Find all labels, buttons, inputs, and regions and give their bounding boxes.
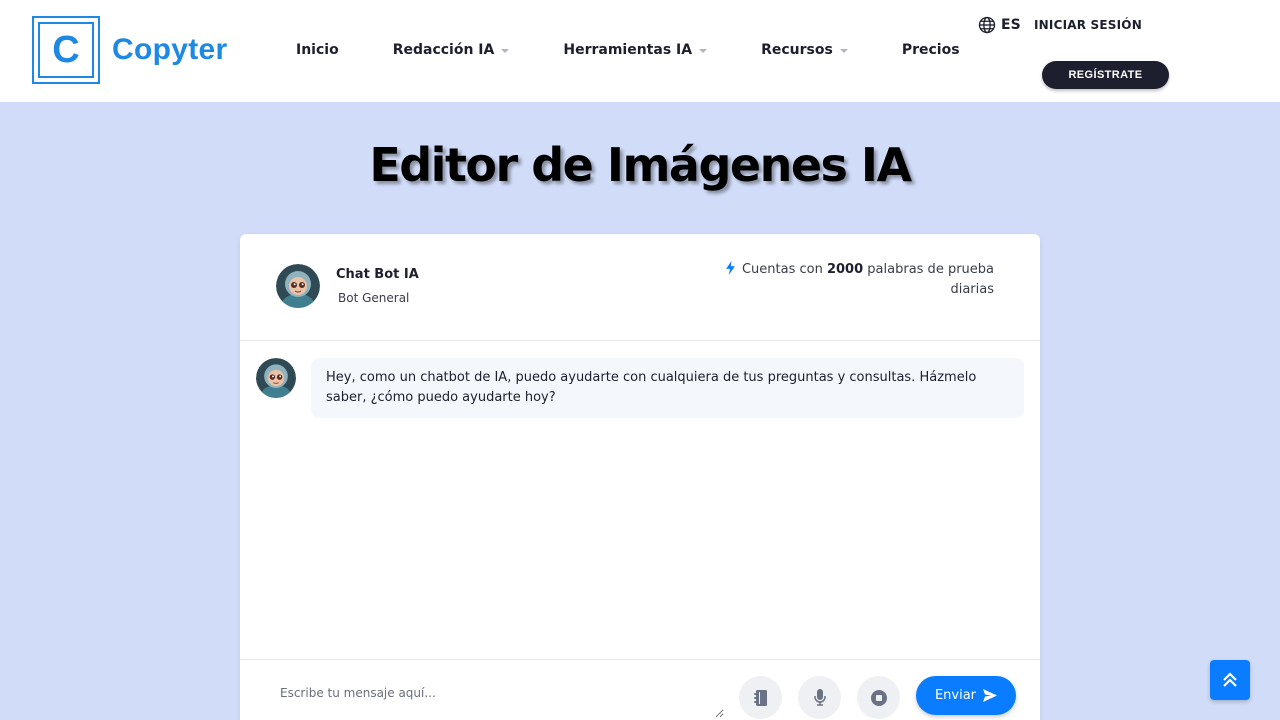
caret-down-icon	[699, 48, 708, 53]
scroll-to-top-button[interactable]	[1210, 660, 1250, 700]
nav-item-label: Recursos	[761, 42, 833, 58]
nav-item-inicio[interactable]: Inicio	[296, 42, 339, 58]
message-avatar	[256, 358, 296, 398]
stop-icon	[870, 689, 887, 706]
bolt-icon	[726, 261, 735, 275]
microphone-icon	[813, 689, 826, 706]
voice-input-button[interactable]	[798, 676, 841, 719]
language-selector[interactable]: ES	[978, 16, 1021, 34]
message-input[interactable]	[264, 670, 724, 718]
send-button[interactable]: Enviar	[916, 676, 1016, 715]
send-label: Enviar	[934, 688, 977, 703]
nav-item-recursos[interactable]: Recursos	[761, 42, 848, 58]
paper-plane-icon	[983, 689, 998, 702]
caret-down-icon	[839, 48, 848, 53]
nav-item-label: Redacción IA	[392, 42, 495, 58]
logo-letter: C	[52, 28, 80, 71]
bot-role: Bot General	[338, 291, 410, 305]
language-code: ES	[1001, 17, 1021, 33]
main-nav: Inicio Redacción IA Herramientas IA Recu…	[296, 40, 960, 60]
nav-item-label: Inicio	[296, 42, 339, 58]
nav-item-redaccion[interactable]: Redacción IA	[393, 42, 510, 58]
bot-message: Hey, como un chatbot de IA, puedo ayudar…	[311, 358, 1024, 418]
page-title: Editor de Imágenes IA	[369, 138, 912, 192]
caret-down-icon	[501, 48, 510, 53]
nav-item-herramientas[interactable]: Herramientas IA	[563, 42, 708, 58]
logo-mark: C	[32, 16, 100, 84]
bot-name: Chat Bot IA	[336, 267, 419, 282]
double-chevron-up-icon	[1223, 672, 1237, 687]
stop-button[interactable]	[857, 676, 900, 719]
nav-item-label: Precios	[901, 42, 960, 58]
logo-link[interactable]: C Copyter	[32, 16, 227, 84]
site-header: C Copyter Inicio Redacción IA Herramient…	[0, 0, 1280, 102]
login-link[interactable]: INICIAR SESIÓN	[1034, 18, 1142, 32]
chat-header: Chat Bot IA Bot General Cuentas con 2000…	[240, 234, 1040, 341]
credits-prefix: Cuentas con	[741, 262, 823, 277]
logo-text: Copyter	[112, 33, 228, 66]
nav-item-label: Herramientas IA	[563, 42, 693, 58]
prompts-button[interactable]	[739, 676, 782, 719]
credits-amount: 2000	[826, 262, 864, 277]
notebook-icon	[753, 689, 767, 706]
credits-suffix: palabras de prueba diarias	[867, 262, 994, 297]
nav-item-precios[interactable]: Precios	[902, 42, 960, 58]
chat-composer: Enviar	[240, 659, 1040, 720]
chat-panel: Chat Bot IA Bot General Cuentas con 2000…	[240, 234, 1040, 720]
register-button[interactable]: REGÍSTRATE	[1042, 61, 1169, 89]
globe-icon	[978, 16, 996, 34]
credits-notice: Cuentas con 2000 palabras de prueba diar…	[694, 260, 994, 300]
bot-avatar	[276, 264, 320, 308]
